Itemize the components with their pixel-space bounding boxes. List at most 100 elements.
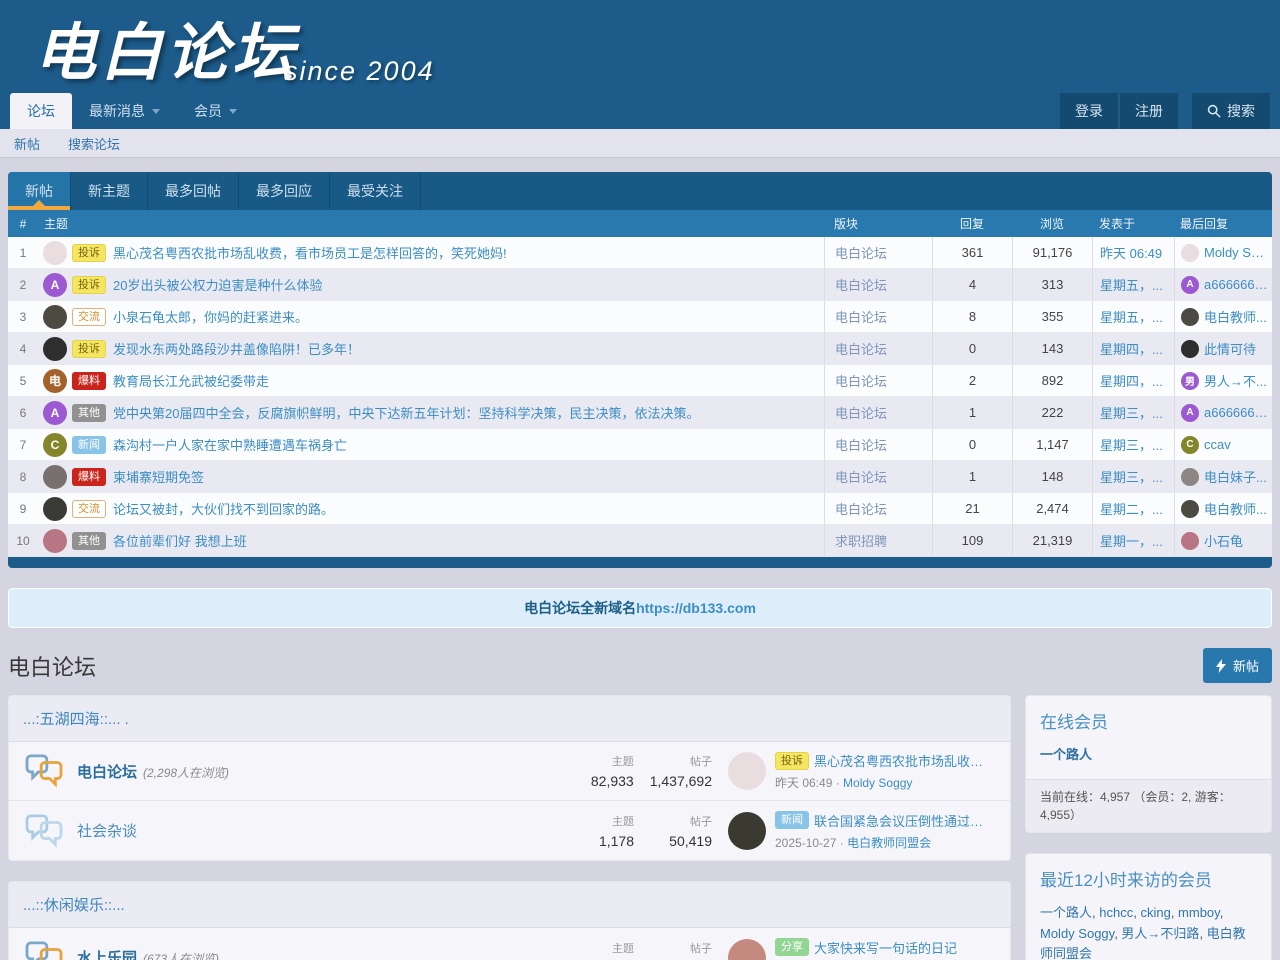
post-date-link[interactable]: 星期三，... — [1100, 467, 1163, 486]
topic-tag[interactable]: 交流 — [72, 500, 106, 518]
latest-avatar[interactable] — [728, 939, 766, 960]
topic-title-link[interactable]: 教育局长江允武被纪委带走 — [113, 371, 269, 390]
forum-link[interactable]: 电白论坛 — [835, 435, 887, 454]
topic-title-link[interactable]: 论坛又被封，大伙们找不到回家的路。 — [113, 499, 334, 518]
last-reply-avatar[interactable]: 男 — [1181, 372, 1199, 390]
avatar[interactable]: A — [43, 401, 67, 425]
last-reply-avatar[interactable] — [1181, 500, 1199, 518]
forum-link[interactable]: 电白论坛 — [835, 243, 887, 262]
latest-member-link[interactable]: 电白教师同盟会 — [847, 836, 931, 850]
topic-tag[interactable]: 新闻 — [72, 436, 106, 454]
login-button[interactable]: 登录 — [1060, 93, 1118, 129]
post-date-link[interactable]: 星期四，... — [1100, 371, 1163, 390]
last-reply-avatar[interactable]: C — [1181, 436, 1199, 454]
subnav-new-posts[interactable]: 新帖 — [14, 134, 40, 153]
post-date-link[interactable]: 星期二，... — [1100, 499, 1163, 518]
visitor-link[interactable]: 男人→不归路 — [1121, 926, 1206, 941]
post-date-link[interactable]: 星期一，... — [1100, 531, 1163, 550]
avatar[interactable] — [43, 305, 67, 329]
search-button[interactable]: 搜索 — [1192, 93, 1270, 129]
site-logo[interactable]: 电白论坛 — [34, 2, 298, 92]
forum-link[interactable]: 电白论坛 — [835, 403, 887, 422]
topic-tag[interactable]: 分享 — [775, 938, 809, 956]
last-reply-avatar[interactable] — [1181, 340, 1199, 358]
avatar[interactable] — [43, 465, 67, 489]
avatar[interactable] — [43, 241, 67, 265]
tab-most-watched[interactable]: 最受关注 — [330, 172, 421, 210]
topic-tag[interactable]: 其他 — [72, 404, 106, 422]
visitor-link[interactable]: 一个路人 — [1040, 905, 1099, 920]
recent-visitors-title[interactable]: 最近12小时来访的会员 — [1026, 854, 1271, 900]
latest-avatar[interactable] — [728, 812, 766, 850]
last-reply-avatar[interactable] — [1181, 468, 1199, 486]
topic-tag[interactable]: 投诉 — [775, 752, 809, 770]
last-reply-user[interactable]: 男人→不... — [1204, 371, 1267, 390]
forum-name-link[interactable]: 水上乐园 — [77, 947, 137, 960]
last-reply-user[interactable]: Moldy So... — [1204, 245, 1268, 260]
avatar[interactable]: 电 — [43, 369, 67, 393]
topic-tag[interactable]: 新闻 — [775, 811, 809, 829]
nav-tab-whats-new[interactable]: 最新消息 — [72, 93, 177, 129]
forum-link[interactable]: 电白论坛 — [835, 339, 887, 358]
tab-new-posts[interactable]: 新帖 — [8, 172, 71, 210]
register-button[interactable]: 注册 — [1120, 93, 1178, 129]
topic-tag[interactable]: 其他 — [72, 532, 106, 550]
visitor-link[interactable]: hchcc — [1099, 905, 1140, 920]
online-member-link[interactable]: 一个路人 — [1040, 747, 1092, 762]
announcement-link[interactable]: https://db133.com — [636, 600, 756, 616]
topic-title-link[interactable]: 党中央第20届四中全会，反腐旗帜鲜明，中央下达新五年计划：坚持科学决策，民主决策… — [113, 403, 699, 422]
latest-member-link[interactable]: Moldy Soggy — [843, 776, 912, 790]
latest-title-link[interactable]: 大家快来写一句话的日记 — [814, 938, 957, 957]
last-reply-avatar[interactable]: A — [1181, 276, 1199, 294]
topic-tag[interactable]: 爆料 — [72, 468, 106, 486]
avatar[interactable] — [43, 529, 67, 553]
latest-avatar[interactable] — [728, 752, 766, 790]
last-reply-user[interactable]: a66666699 — [1204, 405, 1268, 420]
visitor-link[interactable]: cking — [1140, 905, 1178, 920]
subnav-search-forums[interactable]: 搜索论坛 — [68, 134, 120, 153]
last-reply-user[interactable]: 小石龟 — [1204, 531, 1243, 550]
last-reply-avatar[interactable]: A — [1181, 404, 1199, 422]
last-reply-user[interactable]: 此情可待 — [1204, 339, 1256, 358]
avatar[interactable]: C — [43, 433, 67, 457]
topic-tag[interactable]: 投诉 — [72, 244, 106, 262]
last-reply-user[interactable]: a66666699 — [1204, 277, 1268, 292]
new-post-button[interactable]: 新帖 — [1203, 648, 1272, 683]
avatar[interactable] — [43, 497, 67, 521]
post-date-link[interactable]: 星期三，... — [1100, 435, 1163, 454]
last-reply-user[interactable]: 电白妹子... — [1204, 467, 1267, 486]
last-reply-avatar[interactable] — [1181, 532, 1199, 550]
forum-link[interactable]: 电白论坛 — [835, 307, 887, 326]
online-members-title[interactable]: 在线会员 — [1026, 696, 1271, 742]
forum-name-link[interactable]: 社会杂谈 — [77, 820, 137, 841]
forum-link[interactable]: 电白论坛 — [835, 467, 887, 486]
category-title[interactable]: ...::休闲娱乐::... — [9, 882, 1010, 928]
topic-tag[interactable]: 投诉 — [72, 276, 106, 294]
post-date-link[interactable]: 星期四，... — [1100, 339, 1163, 358]
tab-most-reactions[interactable]: 最多回应 — [239, 172, 330, 210]
topic-title-link[interactable]: 发现水东两处路段沙井盖像陷阱！已多年！ — [113, 339, 360, 358]
tab-new-threads[interactable]: 新主题 — [71, 172, 148, 210]
topic-title-link[interactable]: 黑心茂名粤西农批市场乱收费，看市场员工是怎样回答的，笑死她妈! — [113, 243, 507, 262]
avatar[interactable] — [43, 337, 67, 361]
topic-title-link[interactable]: 小泉石龟太郎，你妈的赶紧进来。 — [113, 307, 308, 326]
nav-tab-members[interactable]: 会员 — [177, 93, 254, 129]
post-date-link[interactable]: 昨天 06:49 — [1100, 243, 1162, 262]
forum-link[interactable]: 电白论坛 — [835, 275, 887, 294]
topic-tag[interactable]: 交流 — [72, 308, 106, 326]
last-reply-avatar[interactable] — [1181, 308, 1199, 326]
latest-title-link[interactable]: 联合国紧急会议压倒性通过… — [814, 811, 983, 830]
topic-tag[interactable]: 爆料 — [72, 372, 106, 390]
category-title[interactable]: ...:五湖四海::... . — [9, 696, 1010, 742]
forum-link[interactable]: 求职招聘 — [835, 531, 887, 550]
tab-most-replies[interactable]: 最多回帖 — [148, 172, 239, 210]
last-reply-avatar[interactable] — [1181, 244, 1199, 262]
last-reply-user[interactable]: 电白教师... — [1204, 499, 1267, 518]
forum-link[interactable]: 电白论坛 — [835, 499, 887, 518]
topic-title-link[interactable]: 20岁出头被公权力迫害是种什么体验 — [113, 275, 322, 294]
avatar[interactable]: A — [43, 273, 67, 297]
post-date-link[interactable]: 星期五，... — [1100, 307, 1163, 326]
topic-title-link[interactable]: 森沟村一户人家在家中熟睡遭遇车祸身亡 — [113, 435, 347, 454]
topic-tag[interactable]: 投诉 — [72, 340, 106, 358]
visitor-link[interactable]: Moldy Soggy — [1040, 926, 1121, 941]
